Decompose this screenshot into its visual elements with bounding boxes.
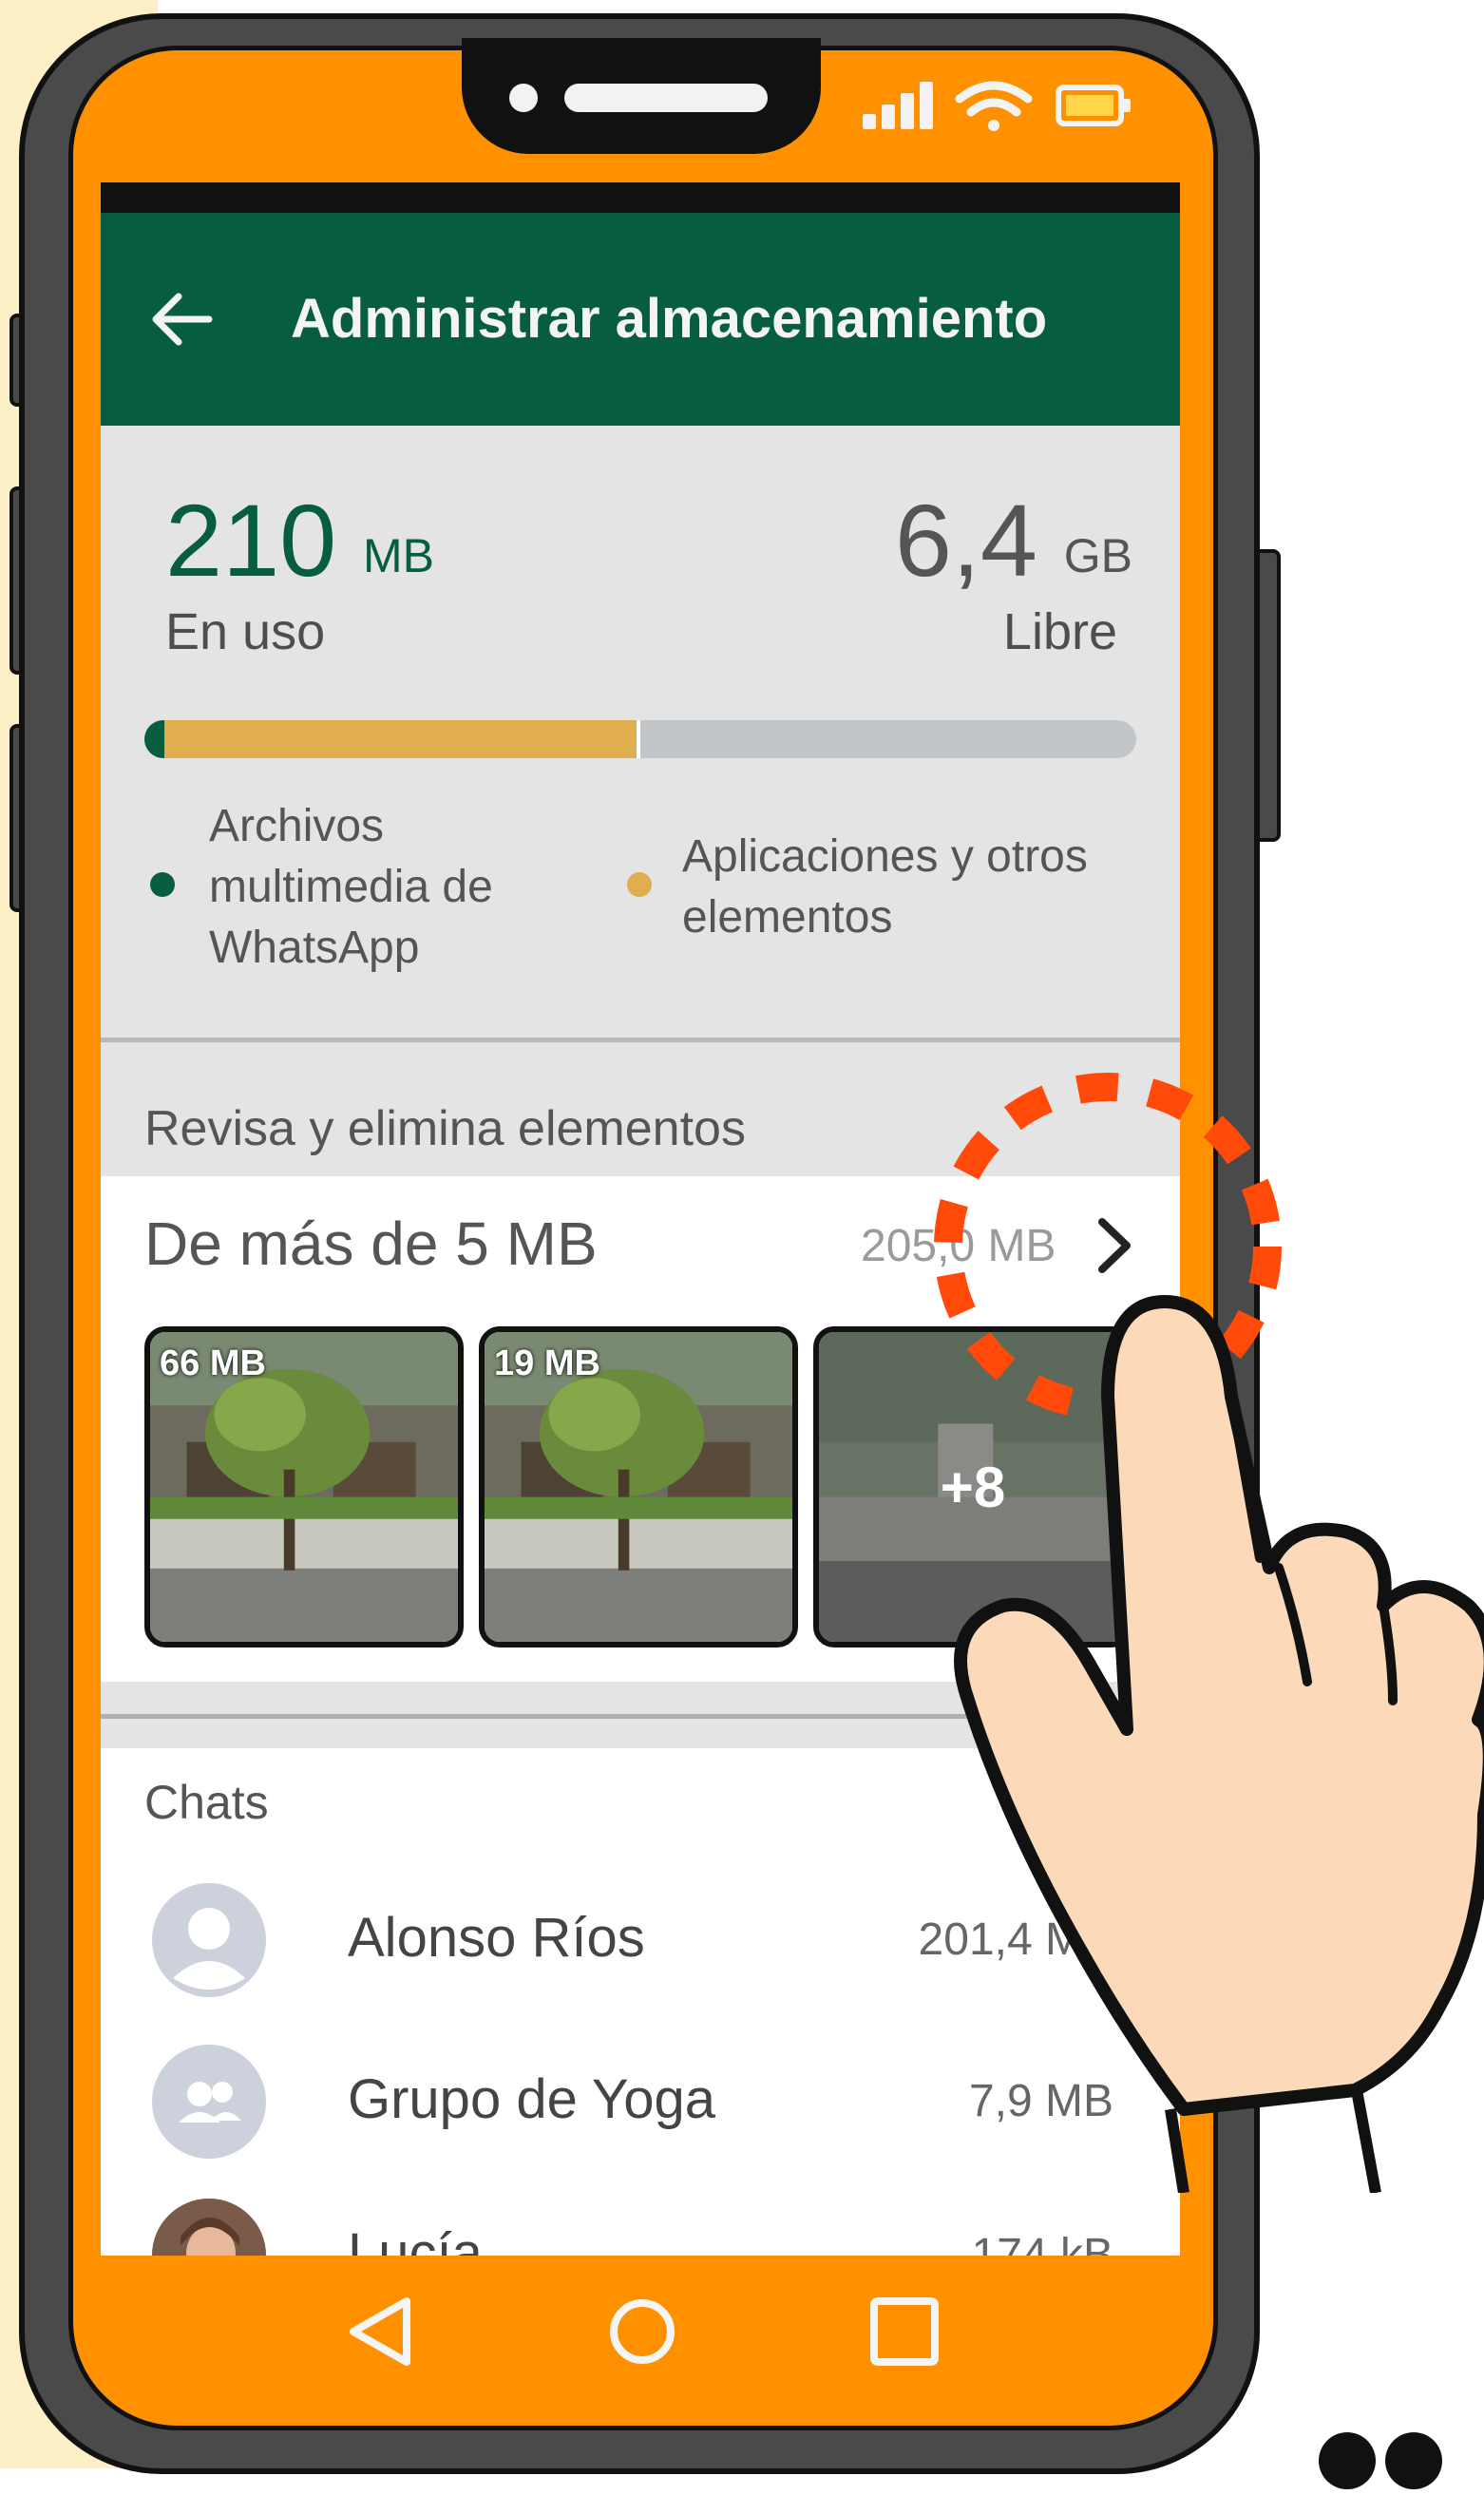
media-thumbnail[interactable]: 19 MB [479,1326,798,1647]
storage-bar [144,720,1136,758]
thumbnail-size: 66 MB [160,1343,266,1383]
chat-name: Grupo de Yoga [348,2068,716,2130]
free-label: Libre [1002,603,1117,660]
app-bar: Administrar almacenamiento [101,213,1180,426]
storage-bar-whatsapp [144,720,164,758]
free-value: 6,4 [894,483,1037,598]
free-unit: GB [1063,529,1132,582]
recents-square-icon[interactable] [866,2294,942,2370]
review-section-label: Revisa y elimina elementos [144,1101,746,1156]
signal-icon [863,82,933,129]
avatar [152,2045,266,2159]
page-title: Administrar almacenamiento [291,288,1048,350]
media-thumbnail[interactable]: 66 MB [144,1326,464,1647]
chats-section-label: Chats [144,1776,269,1829]
large-files-title: De más de 5 MB [144,1209,598,1278]
status-bar [101,182,1180,213]
home-circle-icon[interactable] [604,2294,680,2370]
status-icons [863,81,1131,131]
divider [101,1038,1180,1042]
used-label: En uso [165,603,326,660]
avatar [152,2199,266,2256]
chat-name: Lucía [348,2222,483,2256]
speaker-icon [564,84,768,112]
photo-avatar [152,2199,266,2256]
legend-dot-whatsapp [150,872,175,897]
legend-dot-apps [627,872,652,897]
avatar [152,1883,266,1997]
navigation-bar [101,2256,1180,2389]
used-unit: MB [363,529,434,582]
decoration-dots [1319,2432,1442,2489]
chat-size: 174 kB [971,2230,1113,2256]
storage-summary: 210 MB En uso 6,4 GB Libre Archivos mult… [101,426,1180,1043]
back-triangle-icon[interactable] [344,2294,420,2370]
back-arrow-icon[interactable] [150,291,213,348]
pointing-hand-icon [954,1295,1484,2193]
legend-apps: Aplicaciones y otros elementos [682,831,1088,943]
chat-name: Alonso Ríos [348,1907,645,1969]
group-icon [156,2048,262,2155]
used-value: 210 [165,483,337,598]
legend-whatsapp: Archivos multimedia de WhatsApp [209,801,493,973]
camera-icon [509,84,538,112]
chat-row[interactable]: Lucía 174 kB [101,2187,1180,2256]
battery-icon [1056,85,1131,126]
storage-bar-apps [164,720,640,758]
person-icon [156,1887,262,1993]
wifi-icon [955,81,1033,131]
thumbnail-size: 19 MB [494,1343,600,1383]
